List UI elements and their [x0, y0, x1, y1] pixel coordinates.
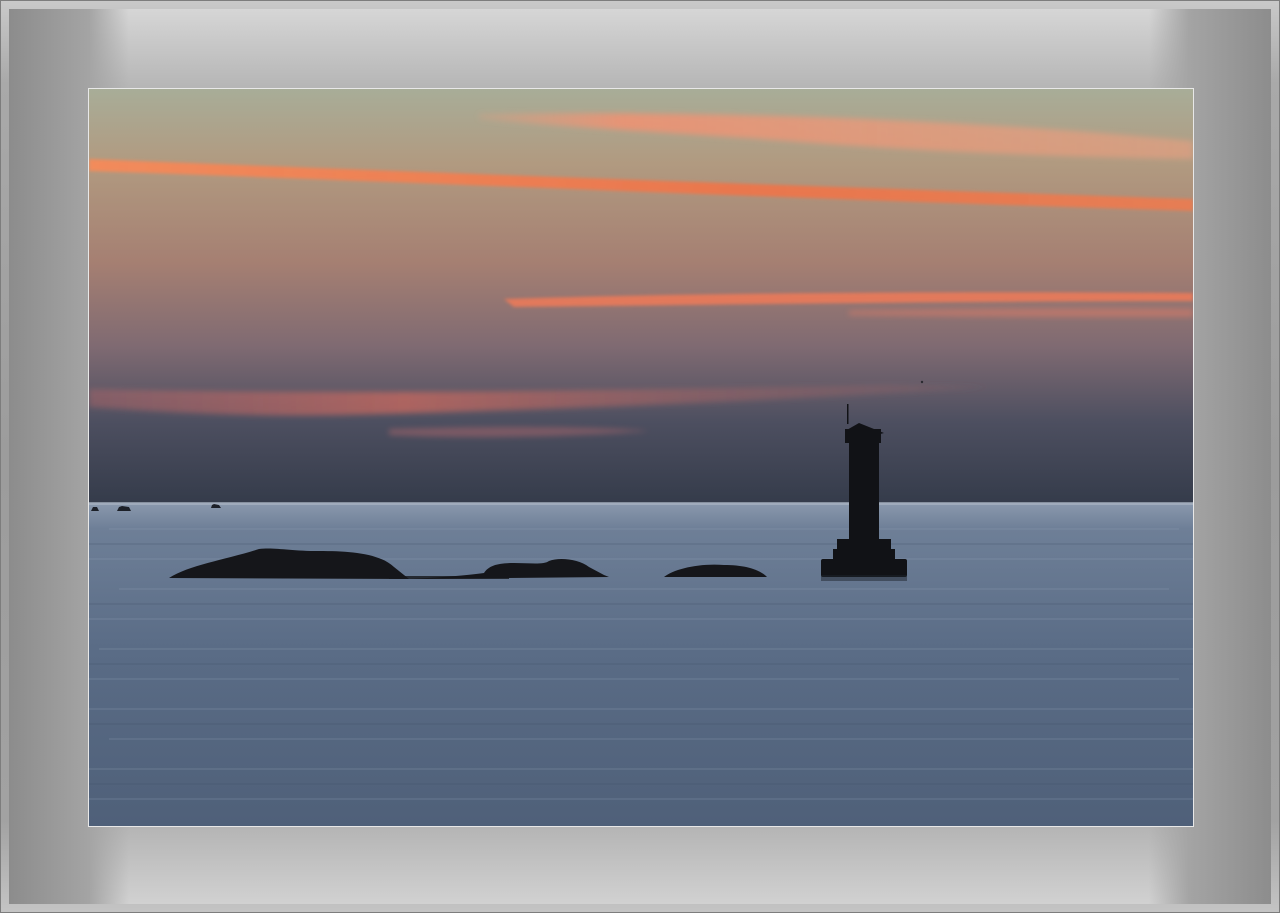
seascape-photo	[89, 89, 1193, 826]
photo	[88, 88, 1194, 827]
lighthouse-antenna	[847, 404, 849, 424]
horizon-line	[89, 502, 1193, 505]
lighthouse-gallery	[845, 429, 881, 443]
lighthouse-tower	[849, 443, 879, 541]
lighthouse-base	[821, 559, 907, 577]
picture-frame	[0, 0, 1280, 913]
lighthouse-reflection	[821, 575, 907, 581]
bird	[920, 380, 924, 384]
lighthouse-plinth	[833, 549, 895, 561]
